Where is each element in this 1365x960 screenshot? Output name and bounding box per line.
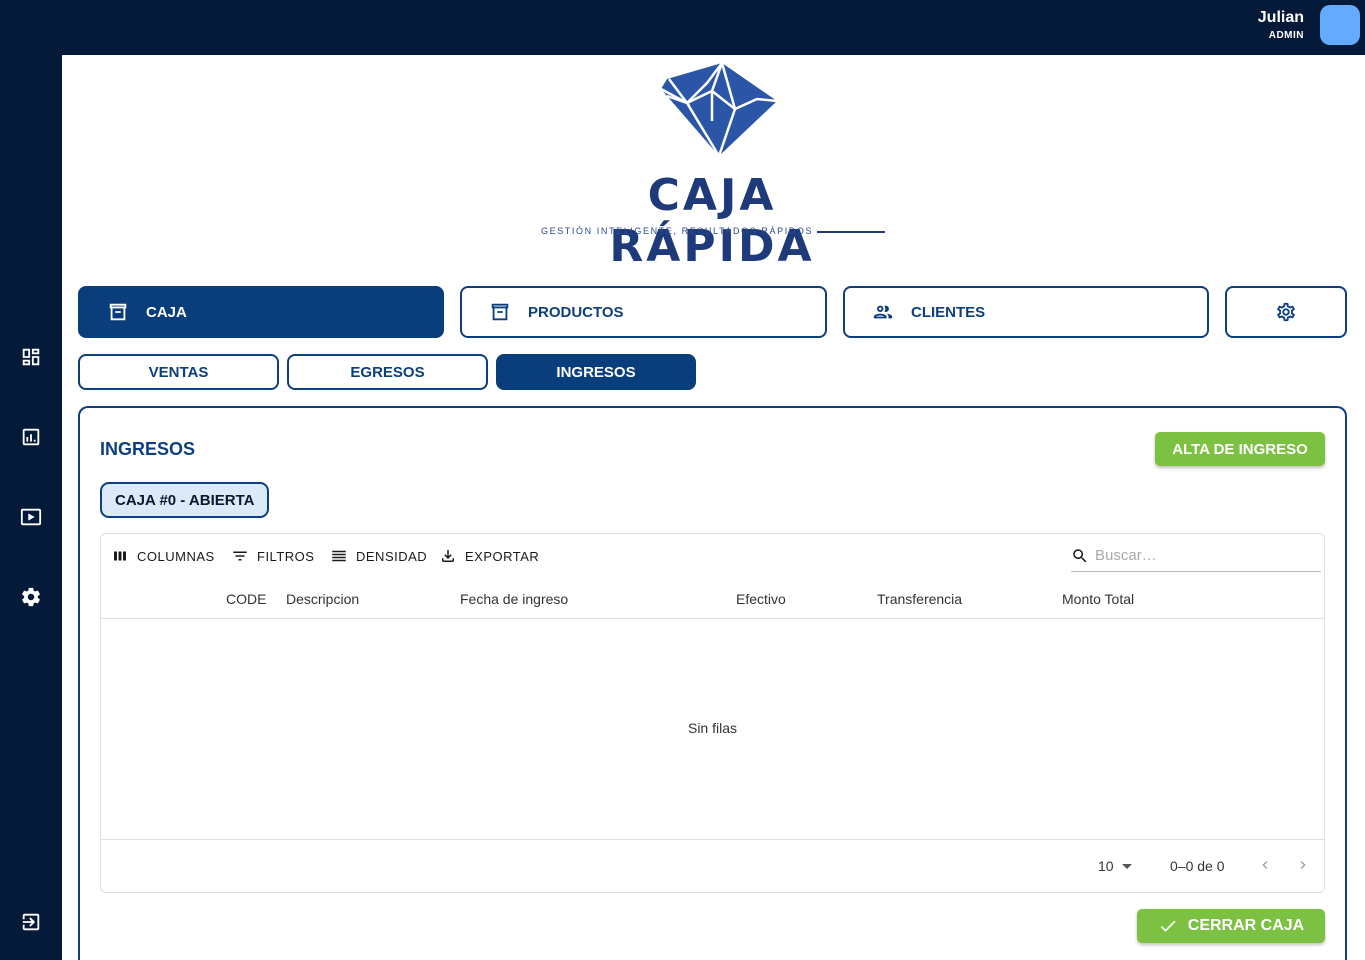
column-header-fecha[interactable]: Fecha de ingreso xyxy=(460,591,568,607)
tab-ingresos[interactable]: INGRESOS xyxy=(496,354,696,390)
main-content: CAJA RÁPIDA GESTIÓN INTELIGENTE, RESULTA… xyxy=(62,55,1365,960)
cerrar-caja-label: CERRAR CAJA xyxy=(1187,917,1305,934)
search-icon xyxy=(1073,548,1087,562)
logout-icon[interactable] xyxy=(19,910,43,934)
columnas-button[interactable]: COLUMNAS xyxy=(111,547,215,565)
filtros-button[interactable]: FILTROS xyxy=(231,547,314,565)
column-header-descripcion[interactable]: Descripcion xyxy=(286,591,359,607)
nav-caja-label: CAJA xyxy=(146,303,187,321)
nav-productos-label: PRODUCTOS xyxy=(528,303,624,321)
column-header-transferencia[interactable]: Transferencia xyxy=(877,591,962,607)
caret-down-icon xyxy=(1121,863,1132,869)
column-header-code[interactable]: CODE xyxy=(226,591,266,607)
gear-icon xyxy=(1274,300,1298,324)
column-header-monto-total[interactable]: Monto Total xyxy=(1062,591,1134,607)
header-divider xyxy=(101,618,1324,619)
columns-icon xyxy=(114,551,126,561)
archive-icon xyxy=(106,300,130,324)
columnas-label: COLUMNAS xyxy=(137,548,215,564)
search-input[interactable] xyxy=(1095,547,1295,564)
data-grid: COLUMNAS FILTROS DENSIDAD EXPORTAR CODE … xyxy=(100,533,1325,893)
rows-per-page-select[interactable]: 10 xyxy=(1098,858,1132,874)
logo-underline xyxy=(817,231,885,233)
caja-status-chip: CAJA #0 - ABIERTA xyxy=(100,482,270,518)
report-icon[interactable] xyxy=(19,425,43,449)
nav-caja-button[interactable]: CAJA xyxy=(78,286,444,338)
video-icon[interactable] xyxy=(19,505,43,529)
check-icon xyxy=(1160,920,1176,932)
sidebar xyxy=(0,55,62,960)
column-header-efectivo[interactable]: Efectivo xyxy=(736,591,786,607)
tab-egresos[interactable]: EGRESOS xyxy=(287,354,488,390)
ingresos-panel: INGRESOS ALTA DE INGRESO CAJA #0 - ABIER… xyxy=(78,406,1347,960)
logo-tagline: GESTIÓN INTELIGENTE, RESULTADOS RÁPIDOS xyxy=(541,226,814,236)
pagination-range: 0–0 de 0 xyxy=(1170,858,1225,874)
empty-rows-message: Sin filas xyxy=(687,720,738,736)
dashboard-icon[interactable] xyxy=(19,345,43,369)
nav-settings-button[interactable] xyxy=(1225,286,1347,338)
avatar[interactable] xyxy=(1320,5,1360,45)
filter-icon xyxy=(233,551,247,561)
alta-ingreso-button[interactable]: ALTA DE INGRESO xyxy=(1155,432,1325,466)
logo-title: CAJA RÁPIDA xyxy=(609,170,815,272)
user-info: Julian ADMIN xyxy=(1258,8,1304,44)
densidad-button[interactable]: DENSIDAD xyxy=(330,547,427,565)
exportar-button[interactable]: EXPORTAR xyxy=(439,547,539,565)
panel-title: INGRESOS xyxy=(100,439,196,459)
exportar-label: EXPORTAR xyxy=(465,548,540,564)
nav-clientes-label: CLIENTES xyxy=(911,303,986,321)
nav-clientes-button[interactable]: CLIENTES xyxy=(843,286,1209,338)
footer-divider xyxy=(101,839,1324,840)
people-icon xyxy=(871,300,895,324)
settings-icon[interactable] xyxy=(19,585,43,609)
tab-ventas[interactable]: VENTAS xyxy=(78,354,279,390)
chevron-right-icon xyxy=(1300,861,1306,869)
chevron-left-icon xyxy=(1262,861,1268,869)
rows-per-page-value: 10 xyxy=(1098,858,1114,874)
user-name: Julian xyxy=(1257,9,1304,26)
user-role: ADMIN xyxy=(1268,30,1304,41)
download-icon xyxy=(442,550,454,562)
nav-productos-button[interactable]: PRODUCTOS xyxy=(460,286,827,338)
cerrar-caja-button[interactable]: CERRAR CAJA xyxy=(1137,909,1325,943)
top-bar: Julian ADMIN xyxy=(0,0,1365,55)
densidad-label: DENSIDAD xyxy=(356,548,428,564)
next-page-button[interactable] xyxy=(1293,855,1313,875)
previous-page-button[interactable] xyxy=(1255,855,1275,875)
density-icon xyxy=(332,550,346,562)
archive-icon xyxy=(488,300,512,324)
filtros-label: FILTROS xyxy=(257,548,315,564)
search-box xyxy=(1071,540,1321,572)
